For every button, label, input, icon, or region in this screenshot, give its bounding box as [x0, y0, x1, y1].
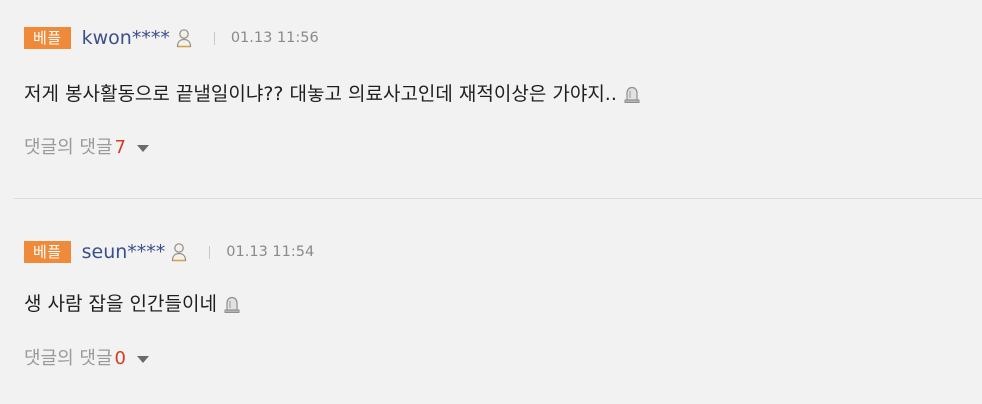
caret-down-icon	[136, 356, 149, 363]
report-siren-icon[interactable]	[222, 294, 242, 314]
report-siren-icon[interactable]	[622, 84, 642, 104]
comment-text: 생 사람 잡을 인간들이네	[24, 291, 242, 317]
comment-meta: 베플 seun**** 01.13 11:54	[24, 241, 314, 263]
reply-toggle-button[interactable]: 댓글의 댓글 0	[24, 347, 150, 371]
caret-down-icon	[136, 145, 149, 152]
comment-time: 01.13 11:54	[226, 244, 315, 260]
meta-separator	[209, 245, 211, 259]
comment-item: 베플 kwon**** 01.13 11:56 저게 봉사활동으로 끝낼일이냐?…	[0, 0, 982, 198]
username[interactable]: seun****	[82, 241, 166, 263]
reply-toggle-label: 댓글의 댓글	[24, 348, 113, 369]
user-icon	[172, 243, 187, 262]
comment-time: 01.13 11:56	[230, 30, 319, 46]
user-icon	[176, 29, 191, 48]
reply-toggle-label: 댓글의 댓글	[24, 137, 113, 158]
meta-separator	[213, 31, 215, 45]
comment-body: 저게 봉사활동으로 끝낼일이냐?? 대놓고 의료사고인데 재적이상은 가야지..	[24, 83, 617, 105]
reply-toggle-button[interactable]: 댓글의 댓글 7	[24, 136, 150, 160]
best-badge: 베플	[24, 27, 71, 49]
username[interactable]: kwon****	[82, 27, 170, 49]
reply-count: 7	[114, 137, 126, 158]
comment-body: 생 사람 잡을 인간들이네	[24, 293, 217, 315]
comment-list: 베플 kwon**** 01.13 11:56 저게 봉사활동으로 끝낼일이냐?…	[0, 0, 982, 404]
comment-text: 저게 봉사활동으로 끝낼일이냐?? 대놓고 의료사고인데 재적이상은 가야지..	[24, 81, 642, 107]
reply-count: 0	[114, 348, 126, 369]
comment-meta: 베플 kwon**** 01.13 11:56	[24, 27, 319, 49]
best-badge: 베플	[24, 241, 71, 263]
